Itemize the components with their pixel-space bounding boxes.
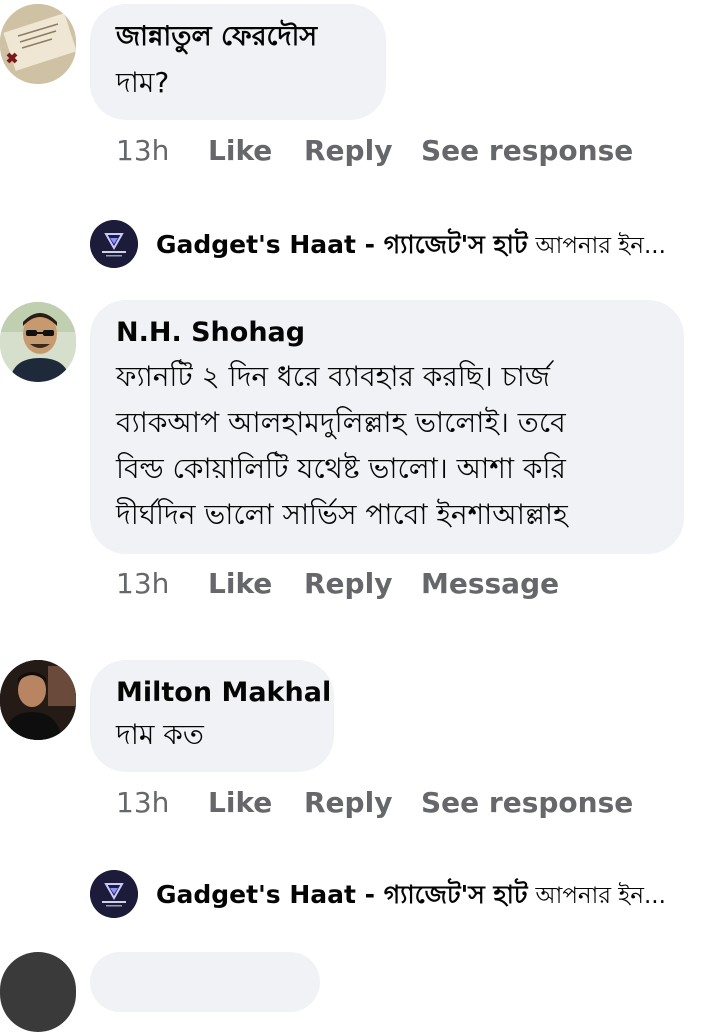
reply-snippet: আপনার ইন... — [535, 883, 666, 909]
comment-text: দাম? — [116, 60, 169, 106]
comment-timestamp[interactable]: 13h — [116, 134, 169, 168]
comment-line: দাম? — [116, 66, 170, 99]
comment-line: বিল্ড কোয়ালিটি যথেষ্ট ভালো। আশা করি — [116, 452, 566, 485]
commenter-avatar[interactable] — [0, 302, 76, 382]
comment-author[interactable]: Milton Makhal — [116, 676, 331, 710]
page-name[interactable]: Gadget's Haat - গ্যাজেট'স হাট — [156, 230, 528, 259]
comment-timestamp[interactable]: 13h — [116, 786, 169, 820]
commenter-avatar[interactable] — [0, 660, 76, 740]
reply-button[interactable]: Reply — [304, 134, 392, 168]
like-button[interactable]: Like — [208, 567, 272, 601]
comment-line: ব্যাকআপ আলহামদুলিল্লাহ ভালোই। তবে — [116, 406, 566, 439]
page-reply-text: Gadget's Haat - গ্যাজেট'স হাট আপনার ইন..… — [156, 228, 666, 263]
comment-author[interactable]: N.H. Shohag — [116, 316, 305, 350]
like-button[interactable]: Like — [208, 134, 272, 168]
comment-text: দাম কত — [116, 712, 204, 758]
gadgets-haat-logo-icon — [90, 870, 138, 918]
page-reply-preview[interactable]: Gadget's Haat - গ্যাজেট'স হাট আপনার ইন..… — [90, 870, 690, 920]
comment-line: ফ্যানটি ২ দিন ধরে ব্যাবহার করছি। চার্জ — [116, 360, 550, 393]
reply-button[interactable]: Reply — [304, 786, 392, 820]
comment-line: দাম কত — [116, 718, 204, 751]
avatar-image — [0, 660, 76, 740]
avatar-image — [0, 4, 76, 84]
page-name[interactable]: Gadget's Haat - গ্যাজেট'স হাট — [156, 880, 528, 909]
comment-line: দীর্ঘদিন ভালো সার্ভিস পাবো ইনশাআল্লাহ — [116, 498, 568, 531]
gadgets-haat-logo-icon — [90, 220, 138, 268]
page-reply-preview[interactable]: Gadget's Haat - গ্যাজেট'স হাট আপনার ইন..… — [90, 220, 690, 270]
see-response-button[interactable]: See response — [421, 134, 633, 168]
avatar-image — [0, 302, 76, 382]
comment-author[interactable]: জান্নাতুল ফেরদৌস — [116, 20, 317, 54]
comment-bubble — [90, 952, 320, 1012]
reply-snippet: আপনার ইন... — [535, 233, 666, 259]
comment-timestamp[interactable]: 13h — [116, 567, 169, 601]
commenter-avatar[interactable] — [0, 4, 76, 84]
like-button[interactable]: Like — [208, 786, 272, 820]
commenter-avatar[interactable] — [0, 952, 76, 1032]
see-response-button[interactable]: See response — [421, 786, 633, 820]
message-button[interactable]: Message — [421, 567, 559, 601]
comment-text: ফ্যানটি ২ দিন ধরে ব্যাবহার করছি। চার্জ ব… — [116, 354, 568, 538]
page-reply-text: Gadget's Haat - গ্যাজেট'স হাট আপনার ইন..… — [156, 878, 666, 913]
reply-button[interactable]: Reply — [304, 567, 392, 601]
